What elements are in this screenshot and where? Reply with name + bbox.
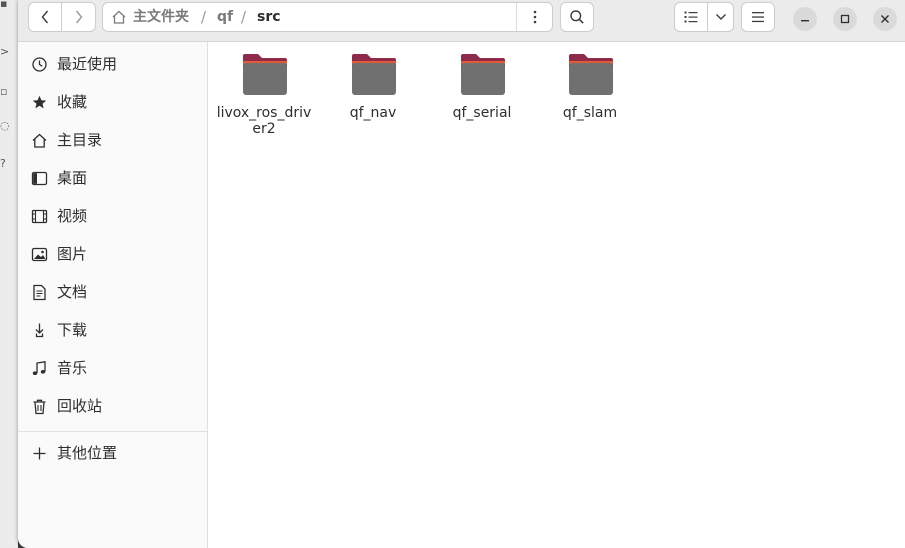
sidebar-item-downloads[interactable]: 下载 (18, 312, 207, 348)
folder-item[interactable]: qf_nav (323, 50, 423, 140)
search-button[interactable] (560, 2, 594, 32)
file-grid: livox_ros_driver2 qf_nav qf_serial qf_sl… (208, 42, 905, 548)
folder-name: qf_nav (349, 105, 397, 121)
background-glyph: ◌ (0, 119, 10, 132)
background-glyph: ? (0, 157, 6, 170)
close-icon (881, 15, 889, 23)
sidebar-item-label: 回收站 (57, 397, 103, 415)
view-buttons (674, 2, 734, 32)
background-window-edge: ▪ > ▫ ◌ ? (0, 0, 18, 548)
download-icon (35, 323, 44, 338)
chevron-left-icon (41, 10, 49, 24)
minimize-icon (801, 20, 809, 22)
background-glyph: > (0, 45, 10, 58)
folder-icon (352, 54, 396, 95)
sidebar-item-label: 下载 (57, 321, 88, 339)
sidebar-item-label: 音乐 (57, 359, 88, 377)
crumb-qf[interactable]: qf (217, 9, 233, 26)
chevron-down-icon (715, 14, 726, 20)
folder-name: qf_serial (452, 105, 512, 121)
sidebar: 最近使用 收藏 主目录 桌面 视频 图片 文档 下载 音乐 回收站 其他位置 (18, 42, 208, 548)
vertical-dots-icon (533, 10, 536, 24)
sidebar-item-label: 桌面 (57, 169, 88, 187)
minimize-button[interactable] (793, 7, 817, 31)
crumb-home[interactable]: 主文件夹 (133, 9, 189, 26)
folder-icon (243, 54, 287, 95)
star-icon (32, 95, 47, 109)
sidebar-item-label: 文档 (57, 283, 88, 301)
sidebar-item-other-locations[interactable]: 其他位置 (18, 435, 207, 471)
header-bar: 主文件夹 / qf / src (18, 0, 905, 42)
hamburger-icon (752, 12, 764, 23)
sidebar-item-label: 视频 (57, 207, 88, 225)
desktop: ▪ > ▫ ◌ ? 主文件夹 / qf / src 最近使用 收藏 主目录 桌面… (0, 0, 905, 548)
folder-icon (569, 54, 613, 95)
home-icon (112, 10, 126, 24)
folder-icon (461, 54, 505, 95)
sidebar-item-label: 主目录 (57, 131, 103, 149)
forward-button[interactable] (61, 2, 96, 32)
list-view-icon (684, 11, 698, 23)
home-icon (32, 133, 47, 148)
sidebar-item-videos[interactable]: 视频 (18, 198, 207, 234)
main-menu-button[interactable] (741, 2, 775, 32)
video-icon (31, 209, 48, 224)
sidebar-item-home[interactable]: 主目录 (18, 122, 207, 158)
sidebar-item-music[interactable]: 音乐 (18, 350, 207, 386)
view-options-dropdown[interactable] (707, 2, 734, 32)
folder-item[interactable]: qf_slam (540, 50, 640, 140)
sidebar-item-documents[interactable]: 文档 (18, 274, 207, 310)
sidebar-item-label: 图片 (57, 245, 88, 263)
folder-item[interactable]: livox_ros_driver2 (214, 50, 314, 140)
image-icon (31, 247, 48, 262)
folder-name: qf_slam (562, 105, 618, 121)
background-glyph: ▪ (0, 0, 8, 10)
folder-name: livox_ros_driver2 (216, 105, 312, 137)
clock-icon (32, 57, 47, 72)
sidebar-item-trash[interactable]: 回收站 (18, 388, 207, 424)
crumb-separator: / (201, 8, 207, 26)
chevron-right-icon (75, 10, 82, 24)
trash-icon (33, 399, 46, 415)
desktop-icon (31, 171, 48, 186)
list-view-button[interactable] (674, 2, 708, 32)
path-bar: 主文件夹 / qf / src (102, 2, 553, 32)
sidebar-divider (18, 431, 207, 432)
path-menu-button[interactable] (516, 3, 552, 31)
crumb-src[interactable]: src (257, 9, 281, 26)
file-manager-window: 主文件夹 / qf / src 最近使用 收藏 主目录 桌面 视频 图片 文档 … (18, 0, 905, 548)
background-glyph: ▫ (0, 85, 8, 98)
maximize-button[interactable] (833, 7, 857, 31)
sidebar-item-label: 收藏 (57, 93, 88, 111)
navigation-buttons (28, 2, 96, 32)
sidebar-item-desktop[interactable]: 桌面 (18, 160, 207, 196)
document-icon (33, 284, 46, 301)
crumb-separator: / (241, 8, 247, 26)
back-button[interactable] (28, 2, 62, 32)
sidebar-item-recent[interactable]: 最近使用 (18, 46, 207, 82)
sidebar-item-label: 最近使用 (57, 55, 118, 73)
maximize-icon (840, 14, 850, 24)
music-icon (32, 361, 46, 375)
plus-icon (33, 447, 46, 460)
sidebar-item-label: 其他位置 (57, 444, 118, 462)
sidebar-item-pictures[interactable]: 图片 (18, 236, 207, 272)
folder-item[interactable]: qf_serial (432, 50, 532, 140)
search-icon (570, 10, 584, 24)
close-button[interactable] (873, 7, 897, 31)
sidebar-item-starred[interactable]: 收藏 (18, 84, 207, 120)
